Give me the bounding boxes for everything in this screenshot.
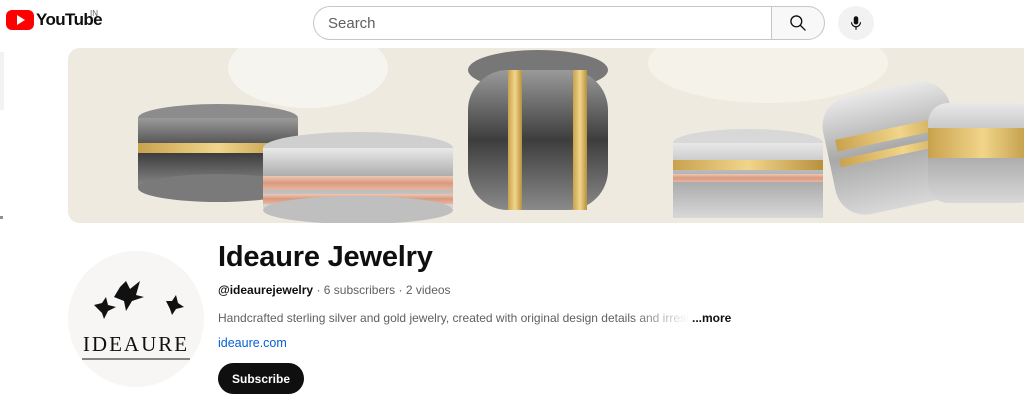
channel-description[interactable]: Handcrafted sterling silver and gold jew… <box>218 311 731 325</box>
search-button[interactable] <box>771 6 825 40</box>
video-count: 2 videos <box>405 283 451 297</box>
avatar-wordmark: IDEAURE <box>83 332 189 356</box>
channel-meta: @ideaurejewelry · 6 subscribers · 2 vide… <box>218 283 451 297</box>
search-icon <box>790 15 806 31</box>
channel-banner <box>68 48 1024 223</box>
channel-name: Ideaure Jewelry <box>218 241 433 273</box>
search-input[interactable] <box>313 6 771 40</box>
sidebar-edge <box>0 52 4 110</box>
youtube-logo[interactable]: YouTube <box>6 10 103 30</box>
ideaure-logo: IDEAURE <box>82 281 190 360</box>
sidebar-marker <box>0 216 3 219</box>
voice-search-button[interactable] <box>838 6 874 40</box>
region-code: IN <box>90 9 98 18</box>
youtube-play-icon <box>6 10 34 30</box>
subscribe-button[interactable]: Subscribe <box>218 363 305 394</box>
channel-avatar[interactable]: IDEAURE <box>68 251 204 387</box>
channel-link[interactable]: ideaure.com <box>218 336 287 350</box>
description-text: Handcrafted sterling silver and gold jew… <box>218 311 690 325</box>
banner-rings-image <box>68 48 1024 223</box>
masthead: YouTube IN <box>0 0 1024 46</box>
meta-separator: · <box>316 283 321 297</box>
meta-separator: · <box>398 283 403 297</box>
microphone-icon <box>850 16 862 30</box>
subscriber-count: 6 subscribers <box>323 283 396 297</box>
search-box <box>313 6 825 40</box>
more-button[interactable]: ...more <box>692 311 731 325</box>
channel-handle: @ideaurejewelry <box>218 283 314 297</box>
